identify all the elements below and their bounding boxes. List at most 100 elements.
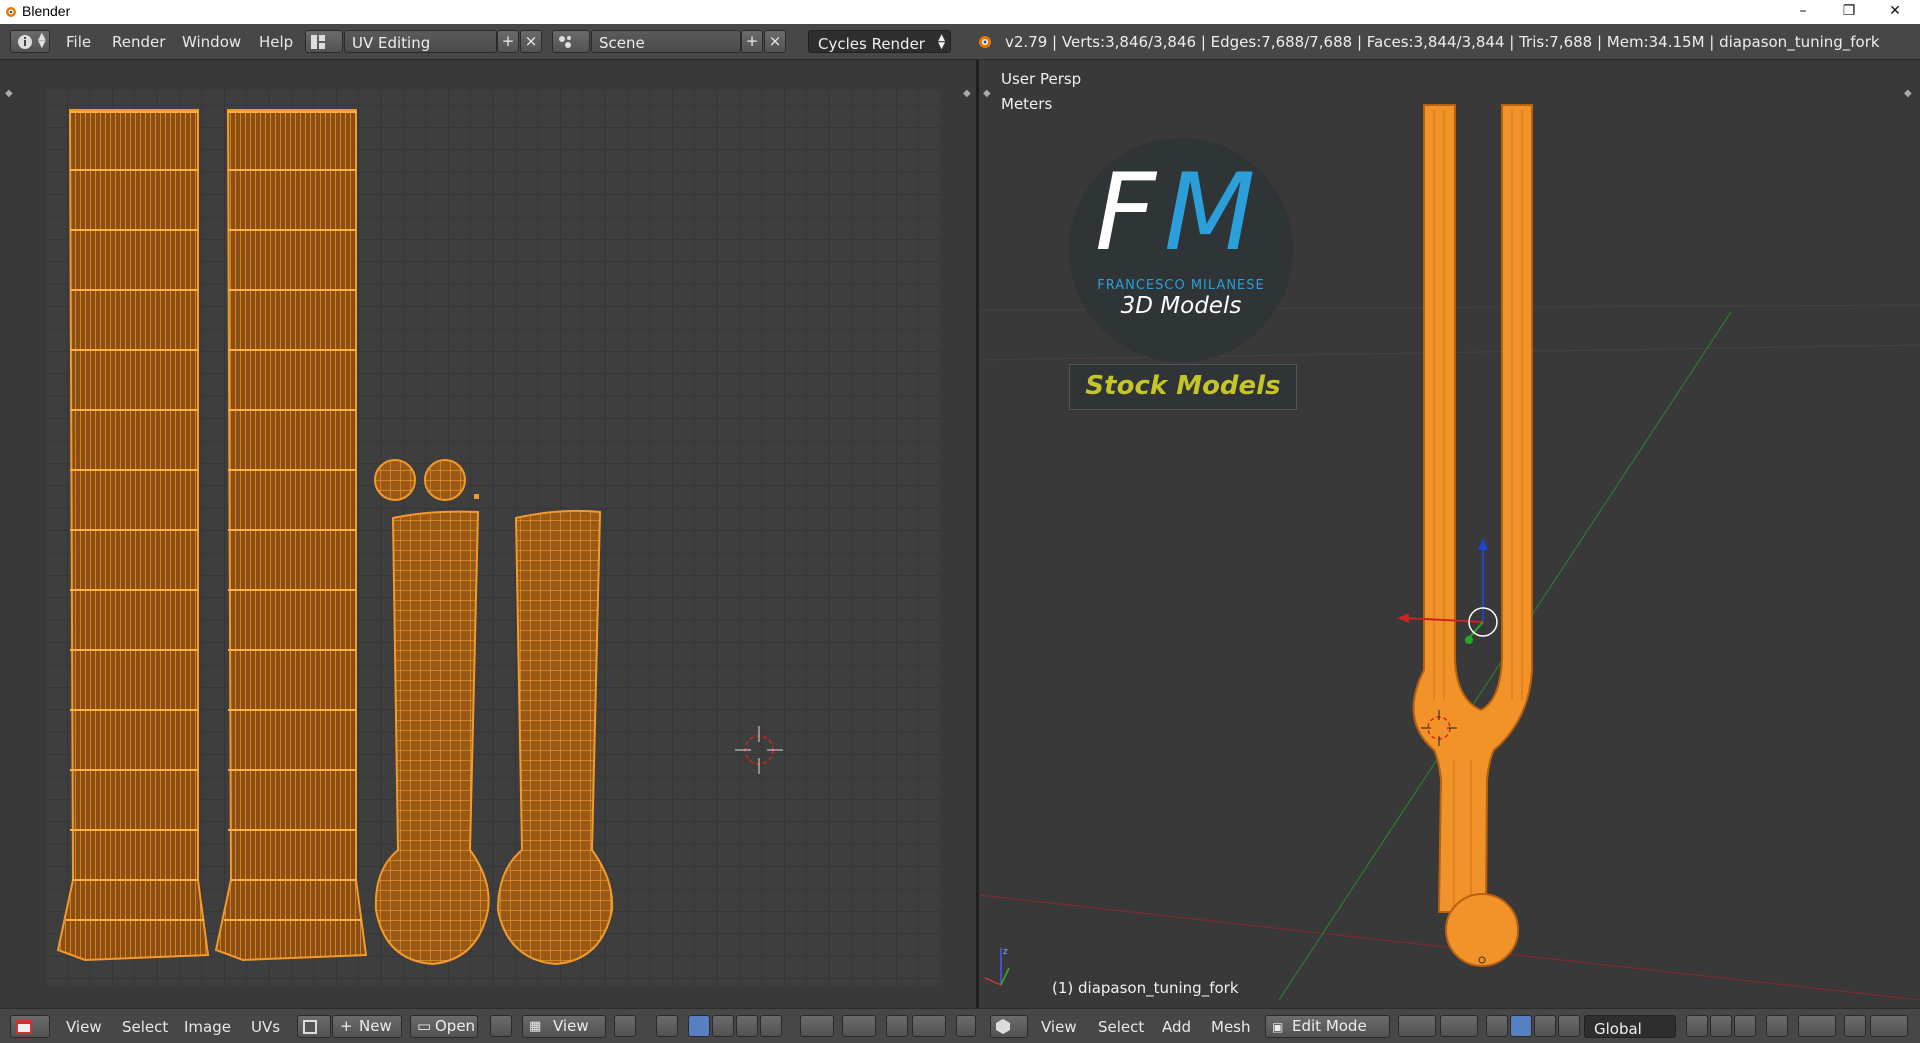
3d-editor-type-button[interactable] <box>990 1015 1028 1038</box>
snap-toggle-icon[interactable] <box>1844 1015 1866 1037</box>
manipulator-toggle-icon[interactable] <box>1486 1015 1508 1037</box>
chevron-updown-icon: ▲ ▼ <box>938 33 945 51</box>
uv-view-mode-dropdown[interactable]: ▦ View <box>522 1015 606 1038</box>
view-name-label: User Persp <box>1001 70 1082 88</box>
svg-text:z: z <box>1003 947 1008 957</box>
layout-name-field[interactable]: UV Editing <box>344 30 497 53</box>
maximize-button[interactable]: ❐ <box>1826 0 1872 24</box>
region-toggle-icon[interactable]: ◆ <box>983 88 991 99</box>
new-image-label: New <box>359 1017 392 1035</box>
uv-canvas[interactable]: ◆ ◆ <box>0 60 976 1008</box>
logo-name: FRANCESCO MILANESE <box>1097 278 1265 293</box>
view-mode-icon: ▦ <box>529 1019 542 1034</box>
render-engine-dropdown[interactable]: Cycles Render ▲ ▼ <box>808 30 951 53</box>
minimize-button[interactable]: – <box>1780 0 1826 24</box>
occlude-geometry-icon[interactable] <box>1766 1015 1788 1037</box>
edge-select-mode-icon[interactable] <box>1710 1015 1732 1037</box>
remove-scene-button[interactable]: × <box>764 30 786 53</box>
region-toggle-icon[interactable]: ◆ <box>963 88 971 99</box>
open-image-label: Open <box>435 1017 476 1035</box>
sync-selection-icon[interactable] <box>656 1015 678 1037</box>
3d-menu-select[interactable]: Select <box>1098 1018 1144 1036</box>
menu-file[interactable]: File <box>66 33 91 51</box>
uv-menu-image[interactable]: Image <box>184 1018 231 1036</box>
uv-island-cap-2 <box>424 459 466 501</box>
3d-view-icon <box>996 1019 1010 1034</box>
proportional-editing-icon[interactable] <box>1798 1015 1836 1037</box>
scene-name-field[interactable]: Scene <box>591 30 741 53</box>
snap-target-icon[interactable] <box>1870 1015 1908 1037</box>
scene-statistics: v2.79 | Verts:3,846/3,846 | Edges:7,688/… <box>1005 33 1880 51</box>
editor-type-button[interactable]: ▲ ▼ <box>10 30 50 53</box>
edit-mode-icon: ▣ <box>1272 1020 1284 1034</box>
uv-image-editor[interactable]: ◆ ◆ <box>0 60 976 1008</box>
translate-manipulator-icon[interactable] <box>1510 1015 1532 1037</box>
mode-dropdown[interactable]: ▣ Edit Mode <box>1265 1015 1390 1038</box>
info-icon <box>18 35 32 49</box>
pivot-icon[interactable] <box>614 1015 636 1037</box>
3d-menu-mesh[interactable]: Mesh <box>1211 1018 1251 1036</box>
window-title: Blender <box>22 3 71 19</box>
uv-menu-select[interactable]: Select <box>122 1018 168 1036</box>
tuning-fork-mesh[interactable] <box>1412 104 1533 967</box>
image-editor-icon <box>16 1020 32 1034</box>
scene-browse-button[interactable] <box>552 30 590 53</box>
3d-viewport[interactable]: z ◆ ◆ User Persp Meters F M FRANCESCO MI… <box>979 60 1920 1008</box>
uv-view-mode-label: View <box>553 1017 589 1035</box>
vertex-select-mode-icon[interactable] <box>1686 1015 1708 1037</box>
mode-label: Edit Mode <box>1292 1017 1367 1035</box>
sticky-selection-icon[interactable] <box>800 1015 834 1037</box>
add-layout-button[interactable]: + <box>497 30 519 53</box>
snap-element-icon[interactable] <box>912 1015 946 1037</box>
region-toggle-icon[interactable]: ◆ <box>5 88 13 99</box>
active-object-label: (1) diapason_tuning_fork <box>1052 979 1239 997</box>
face-select-mode-icon[interactable] <box>1734 1015 1756 1037</box>
proportional-edit-icon[interactable] <box>842 1015 876 1037</box>
shading-icon[interactable] <box>1398 1015 1436 1037</box>
editor-footers: View Select Image UVs + New ▭ Open ▦ Vie… <box>0 1008 1920 1043</box>
logo-letter-f: F <box>1095 151 1156 274</box>
blender-logo-icon <box>6 7 16 17</box>
menu-help[interactable]: Help <box>259 33 293 51</box>
transform-orientation-dropdown[interactable]: Global <box>1584 1015 1676 1038</box>
uv-editor-type-button[interactable] <box>10 1015 50 1038</box>
rotate-manipulator-icon[interactable] <box>1534 1015 1556 1037</box>
image-browse-button[interactable] <box>297 1015 331 1038</box>
pivot-point-icon[interactable] <box>1440 1015 1478 1037</box>
add-scene-button[interactable]: + <box>741 30 763 53</box>
island-select-icon[interactable] <box>760 1015 782 1037</box>
pin-icon[interactable] <box>490 1015 512 1037</box>
chevron-updown-icon: ▲ ▼ <box>38 31 46 50</box>
render-engine-label: Cycles Render <box>818 35 925 53</box>
stock-models-banner: Stock Models <box>1069 364 1297 410</box>
unit-system-label: Meters <box>1001 95 1053 113</box>
uv-island-cap-1 <box>374 459 416 501</box>
logo-letter-m: M <box>1164 151 1256 274</box>
layout-browse-button[interactable] <box>305 30 343 53</box>
region-toggle-icon[interactable]: ◆ <box>1904 88 1912 99</box>
fm-logo: F M FRANCESCO MILANESE 3D Models <box>1069 138 1293 362</box>
transform-orientation-label: Global <box>1594 1020 1642 1038</box>
info-header: ▲ ▼ File Render Window Help UV Editing + … <box>0 24 1920 60</box>
vertex-select-icon[interactable] <box>688 1015 710 1037</box>
face-select-icon[interactable] <box>736 1015 758 1037</box>
blender-logo-icon <box>979 36 991 48</box>
scene-icon <box>559 36 571 48</box>
scale-manipulator-icon[interactable] <box>1558 1015 1580 1037</box>
uv-menu-uvs[interactable]: UVs <box>251 1018 280 1036</box>
new-image-button[interactable]: + New <box>332 1015 402 1038</box>
axis-orientation-widget: z <box>984 947 1010 986</box>
uv-island-prong-right <box>214 109 368 962</box>
remove-layout-button[interactable]: × <box>520 30 542 53</box>
close-button[interactable]: ✕ <box>1872 0 1918 24</box>
menu-render[interactable]: Render <box>112 33 165 51</box>
menu-window[interactable]: Window <box>182 33 241 51</box>
open-image-button[interactable]: ▭ Open <box>410 1015 478 1038</box>
edge-select-icon[interactable] <box>712 1015 734 1037</box>
snap-icon[interactable] <box>886 1015 908 1037</box>
3d-menu-view[interactable]: View <box>1041 1018 1077 1036</box>
uv-menu-view[interactable]: View <box>66 1018 102 1036</box>
3d-menu-add[interactable]: Add <box>1162 1018 1191 1036</box>
render-preview-icon[interactable] <box>956 1015 976 1037</box>
folder-icon: ▭ <box>417 1017 432 1035</box>
